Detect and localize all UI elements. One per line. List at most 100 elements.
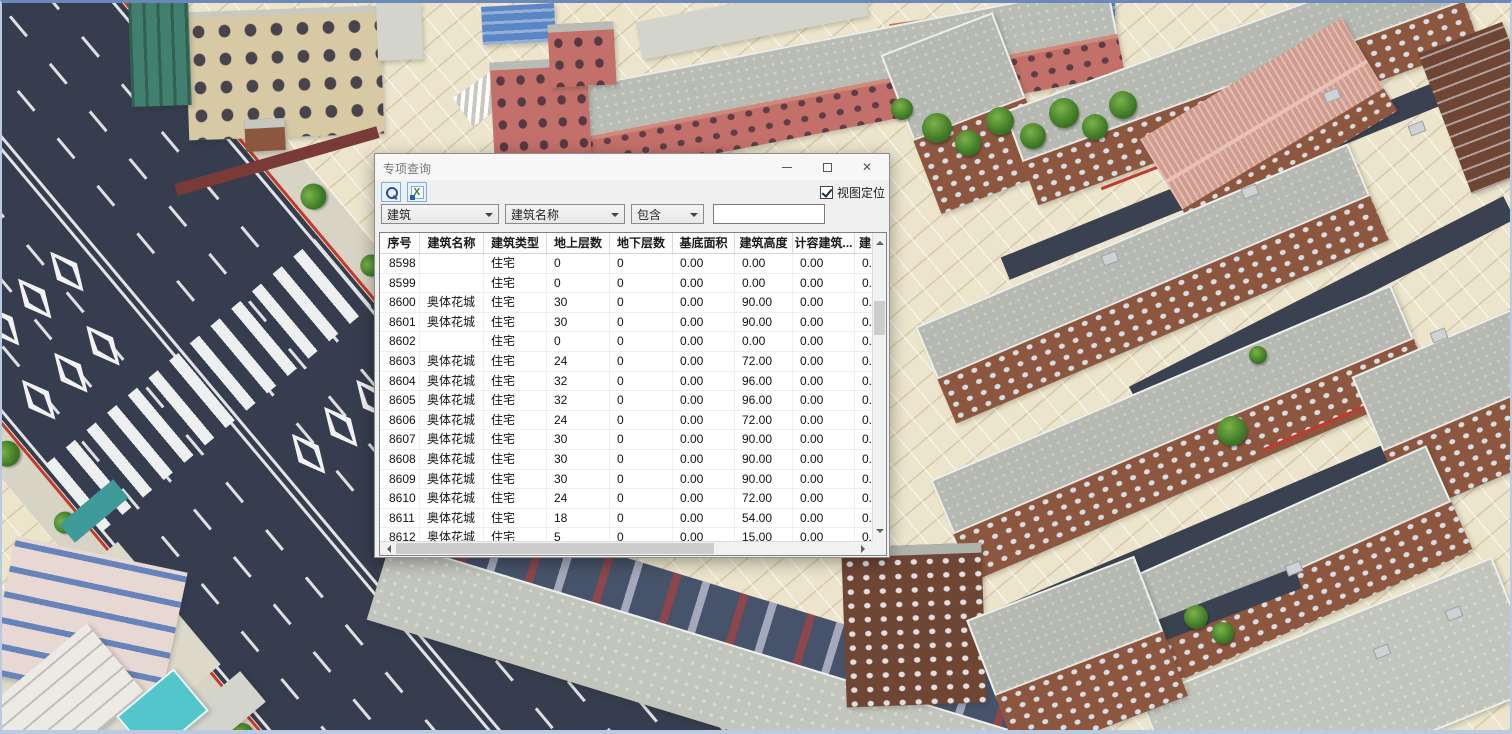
cell: 0.00 <box>673 391 735 410</box>
cell: 奥体花城 <box>420 509 484 528</box>
cell: 奥体花城 <box>420 313 484 332</box>
cell: 0.00 <box>855 372 872 391</box>
table-row[interactable]: 8611奥体花城住宅1800.0054.000.000.00 <box>380 509 872 529</box>
table-body: 8598住宅000.000.000.000.008599住宅000.000.00… <box>380 254 872 541</box>
table-row[interactable]: 8612奥体花城住宅500.0015.000.000.00 <box>380 528 872 541</box>
cell: 住宅 <box>484 391 547 410</box>
table-row[interactable]: 8599住宅000.000.000.000.00 <box>380 274 872 294</box>
building-block <box>376 3 423 61</box>
tree <box>1249 346 1267 364</box>
cell: 0.00 <box>735 332 793 351</box>
building-block <box>244 118 286 152</box>
column-header[interactable]: 建 <box>855 233 872 254</box>
column-header[interactable]: 地下层数 <box>610 233 673 254</box>
maximize-button[interactable] <box>807 154 847 180</box>
cell <box>420 332 484 351</box>
operator-value: 包含 <box>637 206 661 223</box>
table-row[interactable]: 8610奥体花城住宅2400.0072.000.000.00 <box>380 489 872 509</box>
cell: 奥体花城 <box>420 489 484 508</box>
cell: 0.00 <box>793 372 855 391</box>
table-row[interactable]: 8609奥体花城住宅3000.0090.000.000.00 <box>380 470 872 490</box>
cell: 0.00 <box>673 313 735 332</box>
export-excel-button[interactable] <box>407 182 427 202</box>
column-header[interactable]: 建筑高度 <box>735 233 793 254</box>
vertical-scroll-thumb[interactable] <box>874 301 885 335</box>
cell: 18 <box>547 509 610 528</box>
cell: 住宅 <box>484 411 547 430</box>
cell: 0.00 <box>855 313 872 332</box>
cell: 住宅 <box>484 470 547 489</box>
cell: 0.00 <box>855 391 872 410</box>
chevron-down-icon <box>485 213 493 221</box>
cell: 0 <box>610 411 673 430</box>
scroll-right-icon[interactable] <box>861 545 869 553</box>
cell: 0.00 <box>673 254 735 273</box>
cell: 奥体花城 <box>420 293 484 312</box>
column-header[interactable]: 序号 <box>380 233 420 254</box>
checkbox-checked-icon <box>820 186 833 199</box>
lane-diamond-marking <box>314 399 367 456</box>
table-row[interactable]: 8603奥体花城住宅2400.0072.000.000.00 <box>380 352 872 372</box>
cell: 奥体花城 <box>420 352 484 371</box>
cell: 0.00 <box>793 411 855 430</box>
query-dialog: 专项查询 视图定位 建筑 建筑名称 <box>374 153 890 558</box>
operator-select[interactable]: 包含 <box>631 204 704 224</box>
cell: 0.00 <box>855 509 872 528</box>
cell: 0.00 <box>673 293 735 312</box>
cell: 0.00 <box>855 332 872 351</box>
cell: 0 <box>547 274 610 293</box>
table-row[interactable]: 8604奥体花城住宅3200.0096.000.000.00 <box>380 372 872 392</box>
cell: 32 <box>547 391 610 410</box>
column-header[interactable]: 基底面积 <box>673 233 735 254</box>
category-select[interactable]: 建筑 <box>381 204 499 224</box>
cell: 0.00 <box>855 254 872 273</box>
scroll-left-icon[interactable] <box>383 545 391 553</box>
cell: 0.00 <box>793 470 855 489</box>
table-row[interactable]: 8605奥体花城住宅3200.0096.000.000.00 <box>380 391 872 411</box>
table-row[interactable]: 8600奥体花城住宅3000.0090.000.000.00 <box>380 293 872 313</box>
keyword-input[interactable] <box>713 204 825 224</box>
table-row[interactable]: 8607奥体花城住宅3000.0090.000.000.00 <box>380 430 872 450</box>
scroll-down-icon[interactable] <box>876 529 884 537</box>
search-button[interactable] <box>381 182 401 202</box>
cell: 奥体花城 <box>420 391 484 410</box>
view-locate-checkbox[interactable]: 视图定位 <box>820 184 885 201</box>
horizontal-scroll-thumb[interactable] <box>396 543 714 554</box>
cell: 90.00 <box>735 470 793 489</box>
results-table: 序号建筑名称建筑类型地上层数地下层数基底面积建筑高度计容建筑...建 8598住… <box>379 232 887 556</box>
scroll-up-icon[interactable] <box>876 237 884 245</box>
column-header[interactable]: 地上层数 <box>547 233 610 254</box>
table-row[interactable]: 8602住宅000.000.000.000.00 <box>380 332 872 352</box>
tree <box>1184 605 1208 629</box>
minimize-button[interactable] <box>767 154 807 180</box>
table-row[interactable]: 8598住宅000.000.000.000.00 <box>380 254 872 274</box>
table-row[interactable]: 8606奥体花城住宅2400.0072.000.000.00 <box>380 411 872 431</box>
dialog-titlebar[interactable]: 专项查询 <box>375 154 889 180</box>
cell: 0.00 <box>793 274 855 293</box>
column-header[interactable]: 建筑类型 <box>484 233 547 254</box>
chevron-down-icon <box>611 213 619 221</box>
cell: 0 <box>610 332 673 351</box>
column-header[interactable]: 建筑名称 <box>420 233 484 254</box>
column-header[interactable]: 计容建筑... <box>793 233 855 254</box>
cell: 0.00 <box>793 332 855 351</box>
building-block <box>481 3 556 45</box>
cell: 住宅 <box>484 450 547 469</box>
minimize-icon <box>782 167 792 168</box>
cell: 8605 <box>380 391 420 410</box>
horizontal-scrollbar[interactable] <box>380 541 872 555</box>
cell: 0 <box>610 430 673 449</box>
building-block <box>841 543 986 708</box>
table-row[interactable]: 8601奥体花城住宅3000.0090.000.000.00 <box>380 313 872 333</box>
close-button[interactable] <box>847 154 887 180</box>
table-row[interactable]: 8608奥体花城住宅3000.0090.000.000.00 <box>380 450 872 470</box>
cell: 0.00 <box>855 430 872 449</box>
vertical-scrollbar[interactable] <box>872 233 886 541</box>
cell: 96.00 <box>735 391 793 410</box>
cell: 24 <box>547 489 610 508</box>
field-select[interactable]: 建筑名称 <box>505 204 625 224</box>
cell: 90.00 <box>735 430 793 449</box>
cell: 住宅 <box>484 372 547 391</box>
field-value: 建筑名称 <box>511 206 559 223</box>
cell: 0.00 <box>673 430 735 449</box>
